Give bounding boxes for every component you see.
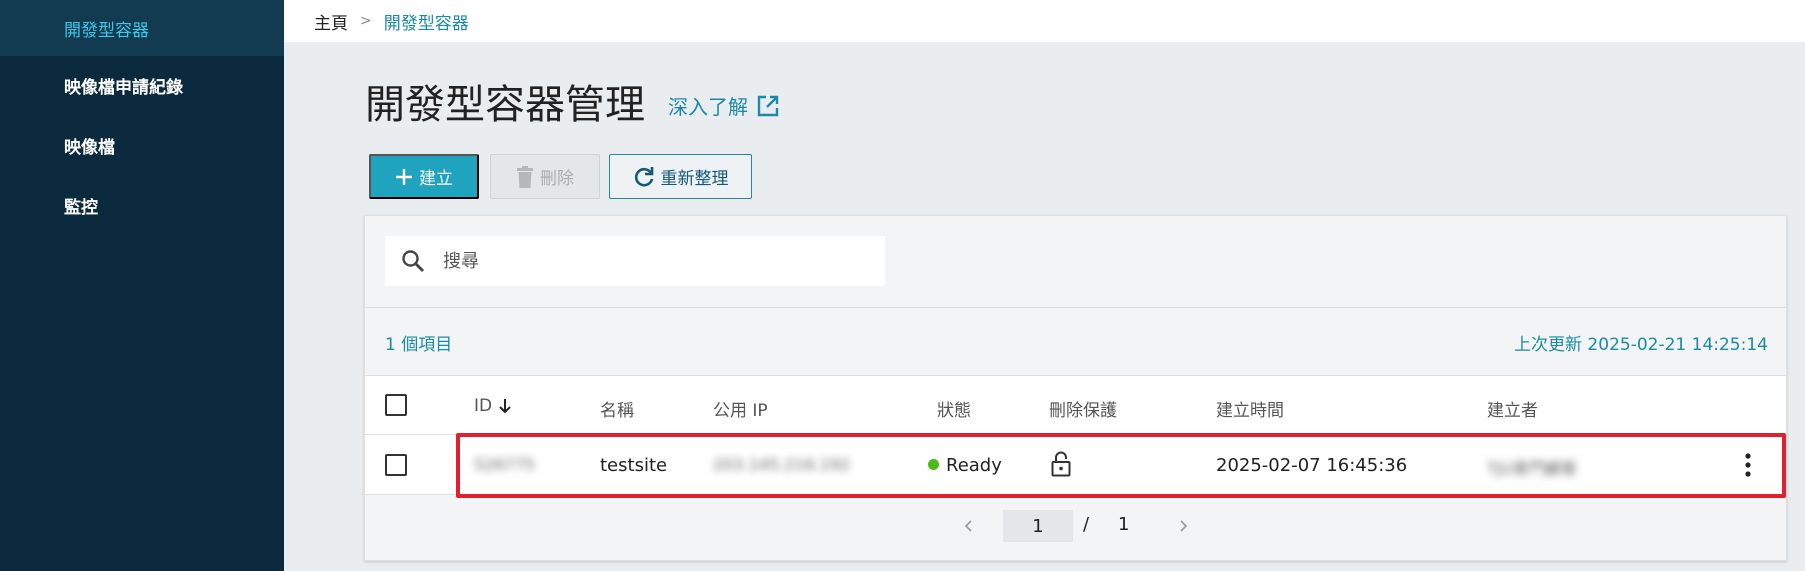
row-status: Ready xyxy=(928,455,1002,476)
breadcrumb-current: 開發型容器 xyxy=(383,13,469,34)
delete-button-label: 刪除 xyxy=(540,169,574,188)
page-title: 開發型容器管理 xyxy=(365,82,645,128)
plus-icon xyxy=(396,168,412,185)
column-header-status[interactable]: 狀態 xyxy=(937,396,971,421)
search-icon xyxy=(402,250,424,272)
row-creator: TJU家門顧客 xyxy=(1487,459,1578,478)
more-actions-icon[interactable] xyxy=(1743,452,1753,478)
search-input[interactable] xyxy=(443,246,863,276)
sidebar-item-label: 監控 xyxy=(64,197,98,218)
current-page-input[interactable]: 1 xyxy=(1003,510,1073,542)
external-link-icon xyxy=(757,95,779,116)
sidebar-item-label: 映像檔申請紀錄 xyxy=(64,77,183,98)
row-public-ip: 203.145.216.192 xyxy=(713,455,851,474)
column-header-delete-protection[interactable]: 刪除保護 xyxy=(1049,396,1117,421)
total-pages: 1 xyxy=(1118,514,1130,535)
page-separator: / xyxy=(1083,514,1090,535)
trash-icon xyxy=(517,165,533,188)
learn-more-label: 深入了解 xyxy=(668,95,748,119)
unlocked-icon xyxy=(1051,451,1071,477)
table-row[interactable]: 526775 testsite 203.145.216.192 Ready 20… xyxy=(365,435,1786,495)
row-status-label: Ready xyxy=(946,455,1002,476)
column-header-creator[interactable]: 建立者 xyxy=(1487,396,1538,421)
row-checkbox[interactable] xyxy=(385,454,407,476)
column-header-public-ip[interactable]: 公用 IP xyxy=(713,396,768,421)
table-header: ID 名稱 公用 IP 狀態 刪除保護 建立時間 建立者 xyxy=(365,375,1786,435)
select-all-checkbox[interactable] xyxy=(385,394,407,416)
search-box xyxy=(385,236,885,286)
breadcrumb: 主頁 > 開發型容器 xyxy=(284,0,1805,42)
create-button[interactable]: 建立 xyxy=(369,154,479,199)
chevron-left-icon[interactable] xyxy=(959,516,979,536)
row-name: testsite xyxy=(600,455,668,476)
row-id: 526775 xyxy=(474,455,536,474)
create-button-label: 建立 xyxy=(419,169,453,188)
breadcrumb-home-link[interactable]: 主頁 xyxy=(314,9,348,34)
sidebar-item-image-requests[interactable]: 映像檔申請紀錄 xyxy=(0,57,284,113)
row-created-at: 2025-02-07 16:45:36 xyxy=(1216,455,1408,476)
sidebar-item-dev-container[interactable]: 開發型容器 xyxy=(0,0,284,56)
column-header-created-at[interactable]: 建立時間 xyxy=(1216,396,1284,421)
sort-descending-icon xyxy=(499,399,511,414)
column-header-label: ID xyxy=(474,396,493,416)
refresh-button-label: 重新整理 xyxy=(660,169,729,188)
column-header-id[interactable]: ID xyxy=(474,396,512,416)
last-update-timestamp: 上次更新 2025-02-21 14:25:14 xyxy=(1514,335,1768,355)
item-count: 1 個項目 xyxy=(385,335,453,355)
sidebar: 開發型容器 映像檔申請紀錄 映像檔 監控 xyxy=(0,0,284,571)
breadcrumb-separator: > xyxy=(360,13,372,29)
sidebar-item-label: 映像檔 xyxy=(64,137,115,158)
chevron-right-icon[interactable] xyxy=(1173,516,1193,536)
delete-button[interactable]: 刪除 xyxy=(490,154,600,199)
refresh-button[interactable]: 重新整理 xyxy=(609,154,752,199)
pagination: 1 / 1 xyxy=(365,506,1786,546)
refresh-icon xyxy=(634,166,653,186)
container-list-panel: 1 個項目 上次更新 2025-02-21 14:25:14 ID 名稱 公用 … xyxy=(364,215,1787,561)
column-header-name[interactable]: 名稱 xyxy=(600,396,634,421)
learn-more-link[interactable]: 深入了解 xyxy=(668,91,780,120)
sidebar-item-images[interactable]: 映像檔 xyxy=(0,117,284,173)
divider xyxy=(365,307,1786,308)
sidebar-item-label: 開發型容器 xyxy=(64,20,149,41)
sidebar-item-monitoring[interactable]: 監控 xyxy=(0,177,284,233)
status-ready-dot xyxy=(928,458,939,470)
